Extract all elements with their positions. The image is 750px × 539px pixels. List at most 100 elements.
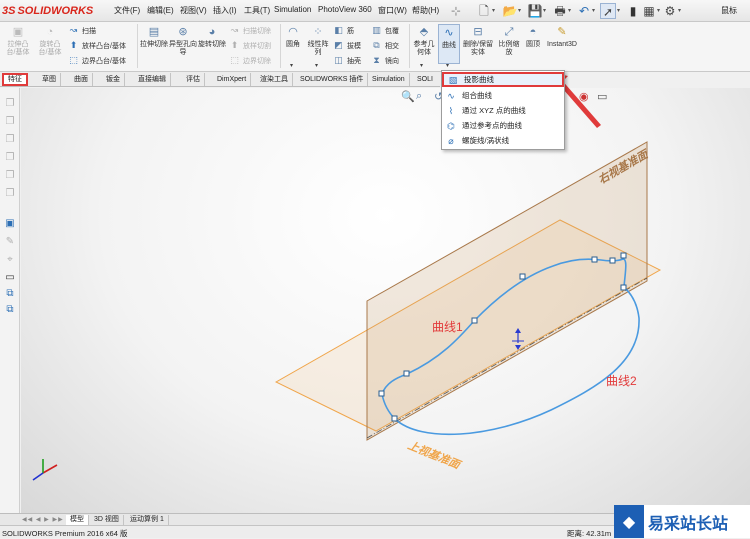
draft-button[interactable]: ◩ 拔模 [333,39,361,52]
menu-item-projected-curve[interactable]: ▧ 投影曲线 [442,72,564,87]
tab-sheet-metal[interactable]: 钣金 [102,73,125,86]
decal-icon[interactable]: ⧉ [4,304,16,316]
search-label[interactable]: 鼠标 [721,5,737,16]
tab-dimxpert[interactable]: DimXpert [213,73,252,86]
chevron-down-icon[interactable]: ▾ [543,7,546,14]
revolve-cut-button[interactable]: ◕ 旋转切除 [198,24,226,49]
menu-simulation[interactable]: Simulation [274,5,311,14]
curve-point[interactable] [609,257,616,264]
menu-photoview[interactable]: PhotoView 360 [318,5,372,14]
property-manager-icon[interactable]: ▣ [4,218,16,230]
menu-edit[interactable]: 编辑(E) [147,5,174,16]
traffic-light-icon[interactable]: ▮ [625,3,641,19]
menu-item-composite-curve[interactable]: ∿ 组合曲线 [442,88,564,103]
open-folder-icon[interactable]: 📂 [502,3,518,19]
chevron-down-icon[interactable]: ▾ [446,62,449,69]
menu-window[interactable]: 窗口(W) [378,5,407,16]
chevron-down-icon[interactable]: ▾ [315,62,318,69]
tab-surfaces[interactable]: 曲面 [70,73,93,86]
menu-view[interactable]: 视图(V) [180,5,207,16]
menu-insert[interactable]: 插入(I) [213,5,237,16]
feature-tree-icon[interactable]: ❐ [4,134,16,146]
extrude-cut-button[interactable]: ▤ 拉伸切除 [140,24,168,49]
loft-boss-button[interactable]: ⬆ 放样凸台/基体 [68,39,126,52]
chevron-down-icon[interactable]: ▾ [420,62,423,69]
feature-tree-icon[interactable]: ❐ [4,188,16,200]
curve-point[interactable] [620,284,627,291]
undo-icon[interactable]: ↶ [576,3,592,19]
fillet-button[interactable]: ◠ 圆角 [283,24,303,49]
curve-point[interactable] [403,370,410,377]
select-pointer-icon[interactable]: ➚ [600,3,616,19]
chevron-down-icon[interactable]: ▾ [678,7,681,14]
revolve-boss-button[interactable]: ◔ 旋转凸台/基体 [36,24,64,57]
menu-tools[interactable]: 工具(T) [244,5,270,16]
reference-geometry-button[interactable]: ⬘ 参考几何体 [412,24,436,57]
tab-features[interactable]: 特征 [2,73,28,86]
save-icon[interactable]: 💾 [527,3,543,19]
rebuild-options-icon[interactable]: ▦ [641,3,657,19]
boundary-cut-button[interactable]: ⬚ 边界切除 [229,54,271,67]
chevron-down-icon[interactable]: ▾ [492,7,495,14]
hole-wizard-button[interactable]: ⊛ 异型孔向导 [169,24,197,57]
chevron-down-icon[interactable]: ▾ [518,7,521,14]
feature-tree-icon[interactable]: ❐ [4,152,16,164]
tab-scroll-arrows-icon[interactable]: ◀◀ ◀ ▶ ▶▶ [22,516,64,523]
pin-icon[interactable]: ⊹ [448,3,464,19]
dome-button[interactable]: ◓ 圆顶 [524,24,542,49]
rib-button[interactable]: ◧ 筋 [333,24,354,37]
loft-cut-button[interactable]: ⬆ 放样切割 [229,39,271,52]
tab-evaluate[interactable]: 评估 [182,73,205,86]
tab-model[interactable]: 模型 [66,515,89,525]
curve-point[interactable] [620,252,627,259]
sweep-button[interactable]: ↝ 扫描 [68,24,96,37]
feature-tree-icon[interactable]: ❐ [4,116,16,128]
new-document-icon[interactable]: 🗋 [476,3,492,19]
tab-3d-views[interactable]: 3D 视图 [90,515,124,525]
tab-render-tools[interactable]: 渲染工具 [256,73,293,86]
curve-point[interactable] [519,273,526,280]
dimxpert-icon[interactable]: ⌖ [4,254,16,266]
mirror-button[interactable]: ⧗ 镜向 [371,54,399,67]
extrude-boss-button[interactable]: ▣ 拉伸凸台/基体 [4,24,32,57]
tab-solidworks-addins[interactable]: SOLIDWORKS 插件 [296,73,369,86]
tab-direct-editing[interactable]: 直接编辑 [134,73,171,86]
linear-pattern-button[interactable]: ⁘ 线性阵列 [305,24,331,57]
curve-point[interactable] [591,256,598,263]
instant3d-button[interactable]: ✎ Instant3D [544,24,580,49]
chevron-down-icon[interactable]: ▾ [568,7,571,14]
display-manager-icon[interactable]: ▭ [4,272,16,284]
scale-button[interactable]: ⤢ 比例缩放 [496,24,522,57]
delete-keep-body-button[interactable]: ⊟ 删除/保留实体 [463,24,493,57]
menu-file[interactable]: 文件(F) [114,5,140,16]
boundary-boss-button[interactable]: ⬚ 边界凸台/基体 [68,54,126,67]
gear-icon[interactable]: ⚙ [662,3,678,19]
wrap-button[interactable]: ▥ 包覆 [371,24,399,37]
shell-button[interactable]: ◫ 抽壳 [333,54,361,67]
menu-item-curve-reference-points[interactable]: ⌬ 通过参考点的曲线 [442,118,564,133]
solidworks-logo[interactable]: 3S SOLIDWORKS [2,3,102,19]
tab-sketch[interactable]: 草图 [38,73,61,86]
tab-simulation[interactable]: Simulation [368,73,410,86]
print-icon[interactable]: 🖶 [552,3,568,19]
chevron-down-icon[interactable]: ▾ [592,7,595,14]
intersect-button[interactable]: ⧉ 相交 [371,39,399,52]
tab-overflow[interactable]: SOLI [413,73,437,86]
menu-item-curve-xyz[interactable]: ⌇ 通过 XYZ 点的曲线 [442,103,564,118]
curve-point[interactable] [391,415,398,422]
menu-help[interactable]: 帮助(H) [412,5,439,16]
curves-button[interactable]: ∿ 曲线 [438,24,460,64]
tab-motion-study[interactable]: 运动算例 1 [126,515,169,525]
curve-point[interactable] [471,317,478,324]
feature-tree-icon[interactable]: ❐ [4,98,16,110]
chevron-down-icon[interactable]: ▾ [657,7,660,14]
curve-point[interactable] [378,390,385,397]
chevron-down-icon[interactable]: ▾ [290,62,293,69]
menu-item-helix-spiral[interactable]: ⌀ 螺旋线/涡状线 [442,133,564,148]
sweep-cut-button[interactable]: ↝ 扫描切除 [229,24,271,37]
feature-tree-icon[interactable]: ❐ [4,170,16,182]
configuration-icon[interactable]: ✎ [4,236,16,248]
graphics-area[interactable]: 🔍 ⌕ ↺ ◉ ▭ 右视基准面 上视基准面 曲线1 曲线2 [21,88,750,513]
appearance-icon[interactable]: ⧉ [4,288,16,300]
chevron-down-icon[interactable]: ▾ [617,7,620,14]
